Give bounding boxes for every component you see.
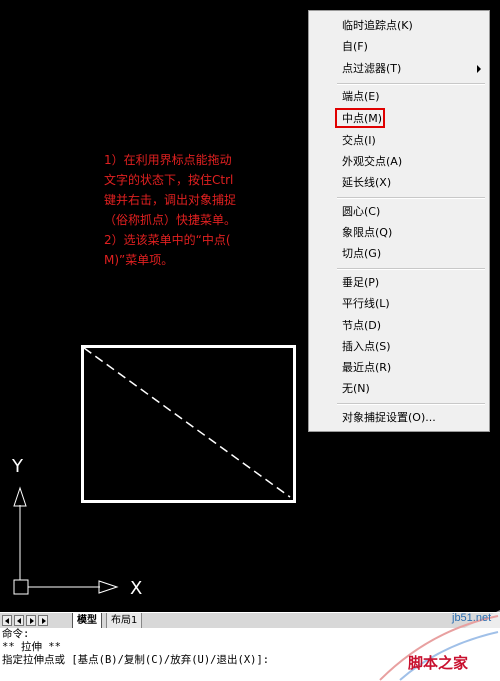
menu-item-perpendicular[interactable]: 垂足(P) <box>342 274 379 292</box>
midpoint-highlight-box <box>335 108 385 128</box>
last-tab-button[interactable] <box>38 615 48 626</box>
menu-item-apparent-intersection[interactable]: 外观交点(A) <box>342 153 402 171</box>
menu-item-tangent[interactable]: 切点(G) <box>342 245 381 263</box>
menu-item-endpoint[interactable]: 端点(E) <box>342 88 380 106</box>
tab-model[interactable]: 模型 <box>72 613 102 629</box>
menu-separator <box>337 268 485 270</box>
menu-item-nearest[interactable]: 最近点(R) <box>342 359 391 377</box>
next-tab-button[interactable] <box>26 615 36 626</box>
menu-item-center[interactable]: 圆心(C) <box>342 203 380 221</box>
tab-layout1[interactable]: 布局1 <box>106 613 143 629</box>
menu-item-quadrant[interactable]: 象限点(Q) <box>342 224 392 242</box>
ucs-y-label: Y <box>11 456 24 477</box>
menu-item-extension[interactable]: 延长线(X) <box>342 174 391 192</box>
menu-separator <box>337 197 485 199</box>
ucs-x-label: X <box>130 578 142 599</box>
object-snap-context-menu: 临时追踪点(K) 自(F) 点过滤器(T) 端点(E) 中点(M) 交点(I) … <box>308 10 490 432</box>
menu-item-node[interactable]: 节点(D) <box>342 317 381 335</box>
menu-item-from[interactable]: 自(F) <box>342 38 368 56</box>
first-tab-button[interactable] <box>2 615 12 626</box>
prev-tab-button[interactable] <box>14 615 24 626</box>
menu-item-intersection[interactable]: 交点(I) <box>342 132 376 150</box>
menu-item-point-filters[interactable]: 点过滤器(T) <box>342 60 401 78</box>
watermark-name: 脚本之家 <box>408 655 469 672</box>
menu-item-temporary-track-point[interactable]: 临时追踪点(K) <box>342 17 413 35</box>
menu-item-insertion[interactable]: 插入点(S) <box>342 338 391 356</box>
menu-item-parallel[interactable]: 平行线(L) <box>342 295 390 313</box>
watermark-url: jb51.net <box>452 612 492 624</box>
menu-item-none[interactable]: 无(N) <box>342 380 370 398</box>
submenu-arrow-icon <box>477 65 481 73</box>
menu-separator <box>337 403 485 405</box>
menu-item-osnap-settings[interactable]: 对象捕捉设置(O)... <box>342 409 436 427</box>
menu-separator <box>337 83 485 85</box>
